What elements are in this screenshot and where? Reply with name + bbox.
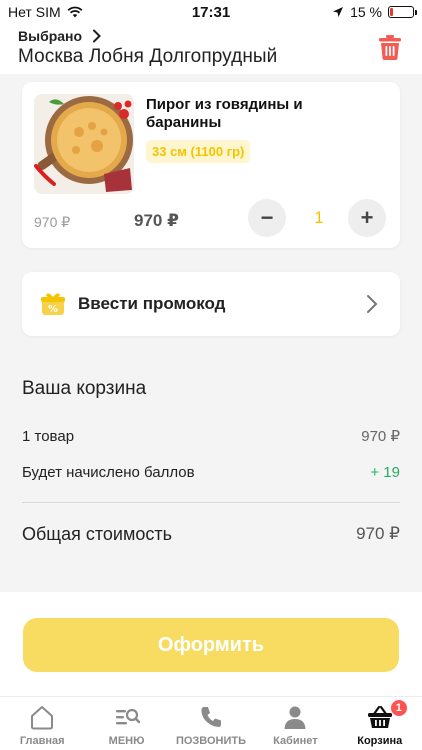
plus-icon: + [360, 205, 374, 230]
tab-home[interactable]: Главная [0, 697, 84, 747]
total-row: Общая стоимость 970 ₽ [22, 519, 400, 549]
trash-icon[interactable] [378, 34, 402, 60]
menu-search-icon [115, 708, 140, 725]
chevron-right-icon [367, 295, 378, 313]
tab-call[interactable]: ПОЗВОНИТЬ [169, 697, 253, 747]
tab-menu-label: МЕНЮ [108, 735, 145, 747]
home-icon [31, 706, 54, 730]
product-name[interactable]: Пирог из говядины и баранины [146, 96, 346, 132]
divider [22, 502, 400, 503]
cart-count-badge: 1 [389, 699, 408, 717]
tab-menu[interactable]: МЕНЮ [85, 697, 169, 747]
location-arrow-icon [333, 7, 344, 17]
user-icon [284, 706, 306, 729]
gift-percent-icon: % [41, 293, 65, 315]
minus-icon: − [260, 205, 274, 230]
tab-home-label: Главная [19, 735, 65, 747]
items-total-value: 970 ₽ [361, 428, 400, 445]
price: 970 ₽ [134, 211, 179, 230]
carrier-label: Нет SIM [8, 4, 61, 20]
status-right: 15 % [284, 4, 417, 20]
quantity-value: 1 [314, 208, 324, 227]
bonus-value: + 19 [370, 463, 400, 481]
cart-content: Пирог из говядины и баранины 33 см (1100… [0, 74, 422, 364]
old-price: 970 ₽ [34, 214, 71, 230]
decrease-quantity-button[interactable]: − [248, 199, 286, 237]
checkout-area: Оформить [0, 592, 422, 696]
bonus-row: Будет начислено баллов + 19 [22, 454, 400, 490]
items-row: 1 товар 970 ₽ [22, 418, 400, 454]
tab-bar: Главная МЕНЮ ПОЗВОНИТЬ Кабинет 1 Корзина [0, 696, 422, 750]
cart-summary: Ваша корзина 1 товар 970 ₽ Будет начисле… [0, 362, 422, 592]
chosen-label: Выбрано [18, 28, 83, 44]
pie-illustration [34, 94, 134, 194]
delivery-location[interactable]: Москва Лобня Долгопрудный [18, 46, 404, 68]
tab-cart[interactable]: 1 Корзина [338, 697, 422, 747]
checkout-button[interactable]: Оформить [23, 618, 399, 672]
wifi-icon [67, 6, 83, 18]
tab-account-label: Кабинет [273, 735, 318, 747]
svg-text:%: % [48, 304, 58, 315]
battery-level [390, 8, 394, 16]
size-badge: 33 см (1100 гр) [146, 140, 251, 163]
product-image[interactable] [34, 94, 134, 194]
battery-percent: 15 % [350, 4, 382, 20]
promo-code-label: Ввести промокод [78, 294, 226, 313]
total-label: Общая стоимость [22, 523, 172, 544]
clock: 17:31 [191, 3, 231, 21]
battery-icon [388, 6, 417, 18]
cart-item-card: Пирог из говядины и баранины 33 см (1100… [22, 82, 400, 248]
header: Выбрано Москва Лобня Долгопрудный [0, 24, 422, 74]
tab-cart-label: Корзина [357, 735, 403, 747]
total-value: 970 ₽ [356, 524, 400, 543]
phone-icon [201, 707, 221, 727]
items-count-label: 1 товар [22, 427, 75, 445]
promo-code-button[interactable]: % Ввести промокод [22, 272, 400, 336]
status-left: Нет SIM [8, 4, 138, 20]
increase-quantity-button[interactable]: + [348, 199, 386, 237]
tab-call-label: ПОЗВОНИТЬ [175, 735, 246, 747]
tab-account[interactable]: Кабинет [253, 697, 337, 747]
chosen-address-row[interactable]: Выбрано [18, 28, 404, 44]
summary-title: Ваша корзина [22, 378, 147, 399]
bonus-label: Будет начислено баллов [22, 463, 195, 481]
status-bar: Нет SIM 17:31 15 % [0, 0, 422, 24]
chevron-right-icon [93, 29, 101, 43]
